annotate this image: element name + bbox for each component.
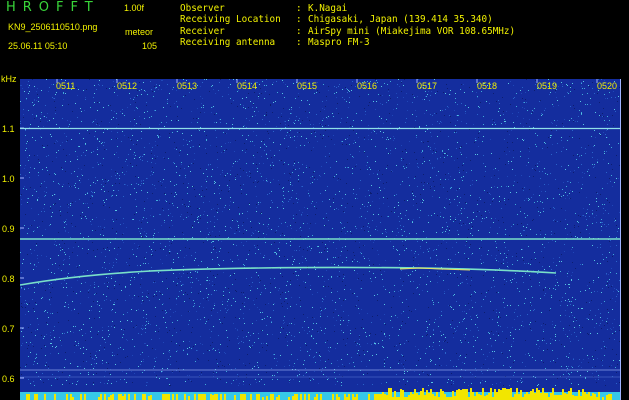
info-separator: : <box>296 3 302 14</box>
y-axis-unit: kHz <box>1 74 17 84</box>
mode-label: meteor <box>125 27 154 37</box>
x-tick-label: 0520 <box>597 81 618 91</box>
y-tick-label: 0.7 <box>2 324 15 334</box>
info-key: Receiver <box>180 25 225 37</box>
x-tick-label: 0515 <box>297 81 318 91</box>
x-tick-label: 0518 <box>477 81 498 91</box>
info-key: Observer <box>180 3 225 14</box>
info-row-observer: Observer: K.Nagai <box>180 3 515 14</box>
detection-count: 105 <box>142 41 158 51</box>
info-value: Maspro FM-3 <box>308 37 370 49</box>
y-tick-label: 1.1 <box>2 124 15 134</box>
date-time: 25.06.11 05:10 <box>8 41 68 51</box>
info-value: K.Nagai <box>308 3 348 14</box>
info-key: Receiving Location <box>180 14 281 26</box>
x-tick-label: 0513 <box>177 81 198 91</box>
spectrogram-canvas <box>20 79 620 400</box>
x-tick-label: 0511 <box>56 81 76 91</box>
info-row-receiver: Receiver: AirSpy mini (Miakejima VOR 108.… <box>180 26 515 37</box>
info-row-antenna: Receiving antenna: Maspro FM-3 <box>180 37 515 48</box>
x-tick-label: 0512 <box>117 81 138 91</box>
y-tick-label: 0.9 <box>2 224 15 234</box>
version-label: 1.00f <box>124 3 145 13</box>
info-value: Chigasaki, Japan (139.414 35.340) <box>308 14 493 26</box>
info-row-location: Receiving Location: Chigasaki, Japan (139… <box>180 14 515 25</box>
x-tick-label: 0516 <box>357 81 378 91</box>
x-tick-label: 0519 <box>537 81 558 91</box>
info-separator: : <box>296 14 302 26</box>
y-tick-label: 0.6 <box>2 374 15 384</box>
info-separator: : <box>296 37 302 49</box>
meteor-echo-trace <box>20 266 557 286</box>
observation-info: Observer: K.Nagai Receiving Location: Chig… <box>180 3 515 49</box>
spectrogram <box>20 79 620 400</box>
header-panel: HROFFT 1.00f KN9_2506110510.png meteor 2… <box>0 0 629 74</box>
spectrogram-noise <box>20 79 620 386</box>
info-key: Receiving antenna <box>180 37 276 49</box>
x-tick-label: 0514 <box>237 81 258 91</box>
y-tick-label: 0.8 <box>2 274 15 284</box>
right-margin <box>621 79 629 400</box>
file-name: KN9_2506110510.png <box>8 22 98 32</box>
spectrogram-noise <box>20 79 620 386</box>
app-title: HROFFT <box>6 0 100 15</box>
y-tick-label: 1.0 <box>2 174 15 184</box>
spectrogram-noise <box>20 79 620 386</box>
spectrogram-noise <box>20 79 620 386</box>
x-tick-label: 0517 <box>417 81 438 91</box>
info-separator: : <box>296 25 302 37</box>
spectrogram-noise <box>20 79 620 386</box>
info-value: AirSpy mini (Miakejima VOR 108.65MHz) <box>308 25 516 37</box>
